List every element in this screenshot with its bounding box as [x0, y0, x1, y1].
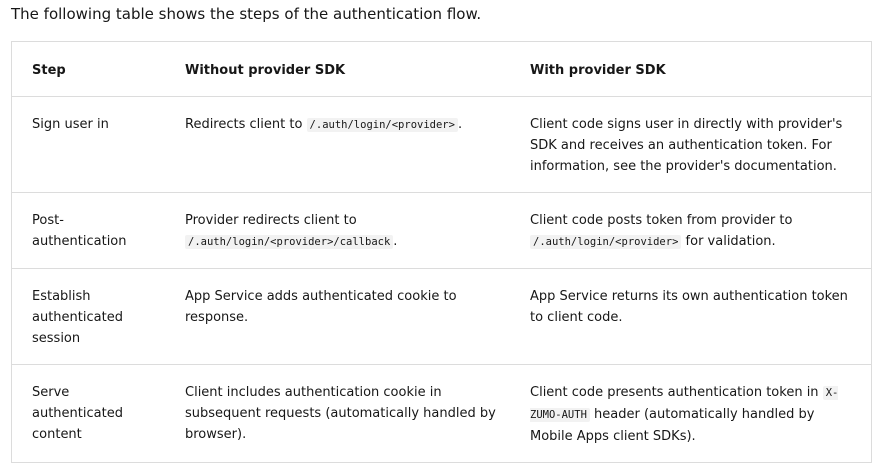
header-without-provider-sdk: Without provider SDK	[185, 63, 346, 78]
with-sdk-cell: Client code presents authentication toke…	[530, 382, 856, 447]
table-row: Serve authenticated content Client inclu…	[12, 365, 871, 462]
with-sdk-cell: Client code signs user in directly with …	[530, 117, 843, 174]
cell-text: Client code posts token from provider to	[530, 213, 793, 228]
without-sdk-cell: App Service adds authenticated cookie to…	[185, 289, 457, 325]
table-row: Sign user in Redirects client to /.auth/…	[12, 97, 871, 193]
header-with-provider-sdk: With provider SDK	[530, 63, 666, 78]
with-sdk-cell: Client code posts token from provider to…	[530, 210, 856, 253]
without-sdk-cell: Client includes authentication cookie in…	[185, 385, 496, 442]
cell-text: .	[393, 234, 398, 249]
table-row: Post-authentication Provider redirects c…	[12, 193, 871, 269]
step-cell: Sign user in	[32, 117, 109, 132]
step-cell: Serve authenticated content	[32, 385, 123, 442]
cell-text: Client code presents authentication toke…	[530, 385, 823, 400]
intro-text: The following table shows the steps of t…	[11, 5, 482, 23]
table-row: Establish authenticated session App Serv…	[12, 269, 871, 365]
table-header-row: Step Without provider SDK With provider …	[12, 42, 871, 97]
cell-text: Provider redirects client to	[185, 213, 357, 228]
step-cell: Post-authentication	[32, 213, 127, 249]
auth-flow-table: Step Without provider SDK With provider …	[11, 41, 872, 463]
code-snippet: /.auth/login/<provider>/callback	[185, 235, 394, 249]
code-snippet: /.auth/login/<provider>	[530, 235, 682, 249]
without-sdk-cell: Redirects client to /.auth/login/<provid…	[185, 114, 505, 136]
code-snippet: /.auth/login/<provider>	[306, 118, 458, 132]
cell-text: for validation.	[681, 234, 776, 249]
cell-text: .	[457, 117, 463, 132]
without-sdk-cell: Provider redirects client to /.auth/login…	[185, 210, 505, 253]
with-sdk-cell: App Service returns its own authenticati…	[530, 289, 848, 325]
step-cell: Establish authenticated session	[32, 289, 123, 346]
cell-text: Redirects client to	[185, 117, 307, 132]
header-step: Step	[32, 63, 66, 78]
